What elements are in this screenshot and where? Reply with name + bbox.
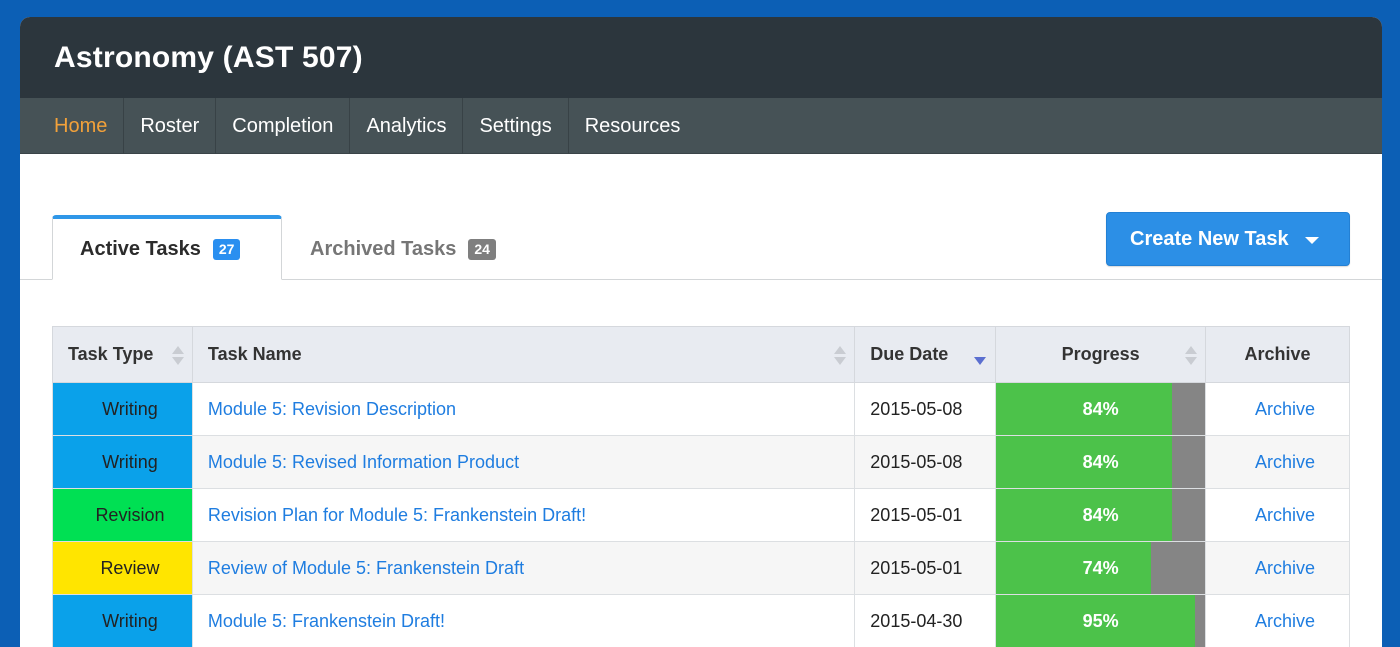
progress-value: 74% [1082, 557, 1119, 578]
tasks-table: Task Type Task Name Due Date Progress Ar… [52, 326, 1350, 647]
due-date-cell: 2015-05-01 [854, 488, 997, 542]
table-row: Review Review of Module 5: Frankenstein … [52, 541, 1350, 595]
task-type-label: Writing [102, 451, 158, 472]
nav-item-settings[interactable]: Settings [463, 98, 569, 154]
task-name-cell: Module 5: Revised Information Product [191, 435, 856, 489]
tab-active-tasks[interactable]: Active Tasks 27 [52, 215, 282, 280]
task-type-cell: Writing [52, 435, 193, 489]
course-title: Astronomy (AST 507) [54, 40, 363, 74]
task-tabs: Active Tasks 27 Archived Tasks 24 Create… [20, 154, 1382, 280]
task-type-label: Review [100, 557, 160, 578]
tab-archived-tasks-label: Archived Tasks [310, 238, 457, 260]
progress-cell: 84% [995, 488, 1207, 542]
table-row: Revision Revision Plan for Module 5: Fra… [52, 488, 1350, 542]
nav-item-roster[interactable]: Roster [124, 98, 217, 154]
sort-icon [171, 346, 184, 366]
task-type-label: Writing [102, 398, 158, 419]
archive-link[interactable]: Archive [1255, 505, 1315, 525]
archive-link[interactable]: Archive [1255, 611, 1315, 631]
table-header-row: Task Type Task Name Due Date Progress Ar… [52, 326, 1350, 383]
sort-descending-icon [974, 357, 987, 365]
archive-cell: Archive [1205, 594, 1350, 647]
progress-value: 95% [1082, 610, 1119, 631]
task-name-header-label: Task Name [207, 344, 302, 364]
app-window: Astronomy (AST 507) Home Roster Completi… [20, 17, 1382, 647]
table-row: Writing Module 5: Revised Information Pr… [52, 435, 1350, 489]
task-name-cell: Module 5: Revision Description [191, 382, 856, 436]
table-row: Writing Module 5: Frankenstein Draft! 20… [52, 594, 1350, 647]
task-type-cell: Writing [52, 382, 193, 436]
create-new-task-label: Create New Task [1130, 227, 1289, 250]
task-type-header-label: Task Type [68, 344, 154, 364]
due-date-cell: 2015-05-01 [854, 541, 997, 595]
archive-cell: Archive [1205, 488, 1350, 542]
tab-active-tasks-label: Active Tasks [80, 237, 201, 260]
column-header-due-date[interactable]: Due Date [854, 326, 997, 383]
progress-cell: 84% [995, 382, 1207, 436]
task-type-cell: Revision [52, 488, 193, 542]
archive-link[interactable]: Archive [1255, 558, 1315, 578]
task-type-label: Revision [95, 504, 165, 525]
due-date-value: 2015-05-01 [870, 504, 963, 525]
active-tasks-count-badge: 27 [212, 238, 241, 260]
due-date-header-label: Due Date [870, 344, 949, 364]
task-type-label: Writing [102, 610, 158, 631]
archive-cell: Archive [1205, 382, 1350, 436]
task-name-link[interactable]: Revision Plan for Module 5: Frankenstein… [208, 505, 586, 525]
archive-link[interactable]: Archive [1255, 399, 1315, 419]
chevron-down-icon [1304, 236, 1319, 244]
archive-link[interactable]: Archive [1255, 452, 1315, 472]
task-name-link[interactable]: Review of Module 5: Frankenstein Draft [208, 558, 524, 578]
due-date-cell: 2015-04-30 [854, 594, 997, 647]
sort-icon [1185, 346, 1198, 366]
main-nav: Home Roster Completion Analytics Setting… [20, 98, 1382, 154]
table-row: Writing Module 5: Revision Description 2… [52, 382, 1350, 436]
column-header-progress[interactable]: Progress [995, 326, 1207, 383]
nav-item-analytics[interactable]: Analytics [350, 98, 464, 154]
archive-header-label: Archive [1244, 344, 1311, 364]
progress-cell: 74% [995, 541, 1207, 595]
column-header-archive: Archive [1205, 326, 1350, 383]
task-name-cell: Review of Module 5: Frankenstein Draft [191, 541, 856, 595]
column-header-task-name[interactable]: Task Name [191, 326, 856, 383]
due-date-value: 2015-05-01 [870, 557, 963, 578]
archive-cell: Archive [1205, 435, 1350, 489]
sort-icon [834, 346, 847, 366]
progress-value: 84% [1082, 504, 1119, 525]
task-name-link[interactable]: Module 5: Frankenstein Draft! [208, 611, 445, 631]
due-date-cell: 2015-05-08 [854, 435, 997, 489]
due-date-value: 2015-04-30 [870, 610, 963, 631]
task-type-cell: Review [52, 541, 193, 595]
task-type-cell: Writing [52, 594, 193, 647]
task-name-link[interactable]: Module 5: Revised Information Product [208, 452, 519, 472]
archived-tasks-count-badge: 24 [468, 239, 496, 260]
progress-header-label: Progress [1061, 344, 1140, 364]
due-date-value: 2015-05-08 [870, 398, 963, 419]
task-name-link[interactable]: Module 5: Revision Description [208, 399, 456, 419]
column-header-task-type[interactable]: Task Type [52, 326, 193, 383]
nav-item-resources[interactable]: Resources [569, 98, 697, 154]
tab-archived-tasks[interactable]: Archived Tasks 24 [310, 217, 540, 282]
nav-item-home[interactable]: Home [20, 98, 125, 154]
progress-cell: 84% [995, 435, 1207, 489]
progress-value: 84% [1082, 451, 1119, 472]
progress-value: 84% [1082, 398, 1119, 419]
task-name-cell: Revision Plan for Module 5: Frankenstein… [191, 488, 856, 542]
due-date-cell: 2015-05-08 [854, 382, 997, 436]
due-date-value: 2015-05-08 [870, 451, 963, 472]
archive-cell: Archive [1205, 541, 1350, 595]
task-name-cell: Module 5: Frankenstein Draft! [191, 594, 856, 647]
title-bar: Astronomy (AST 507) [20, 17, 1382, 98]
progress-cell: 95% [995, 594, 1207, 647]
nav-item-completion[interactable]: Completion [216, 98, 351, 154]
create-new-task-button[interactable]: Create New Task [1106, 212, 1350, 266]
